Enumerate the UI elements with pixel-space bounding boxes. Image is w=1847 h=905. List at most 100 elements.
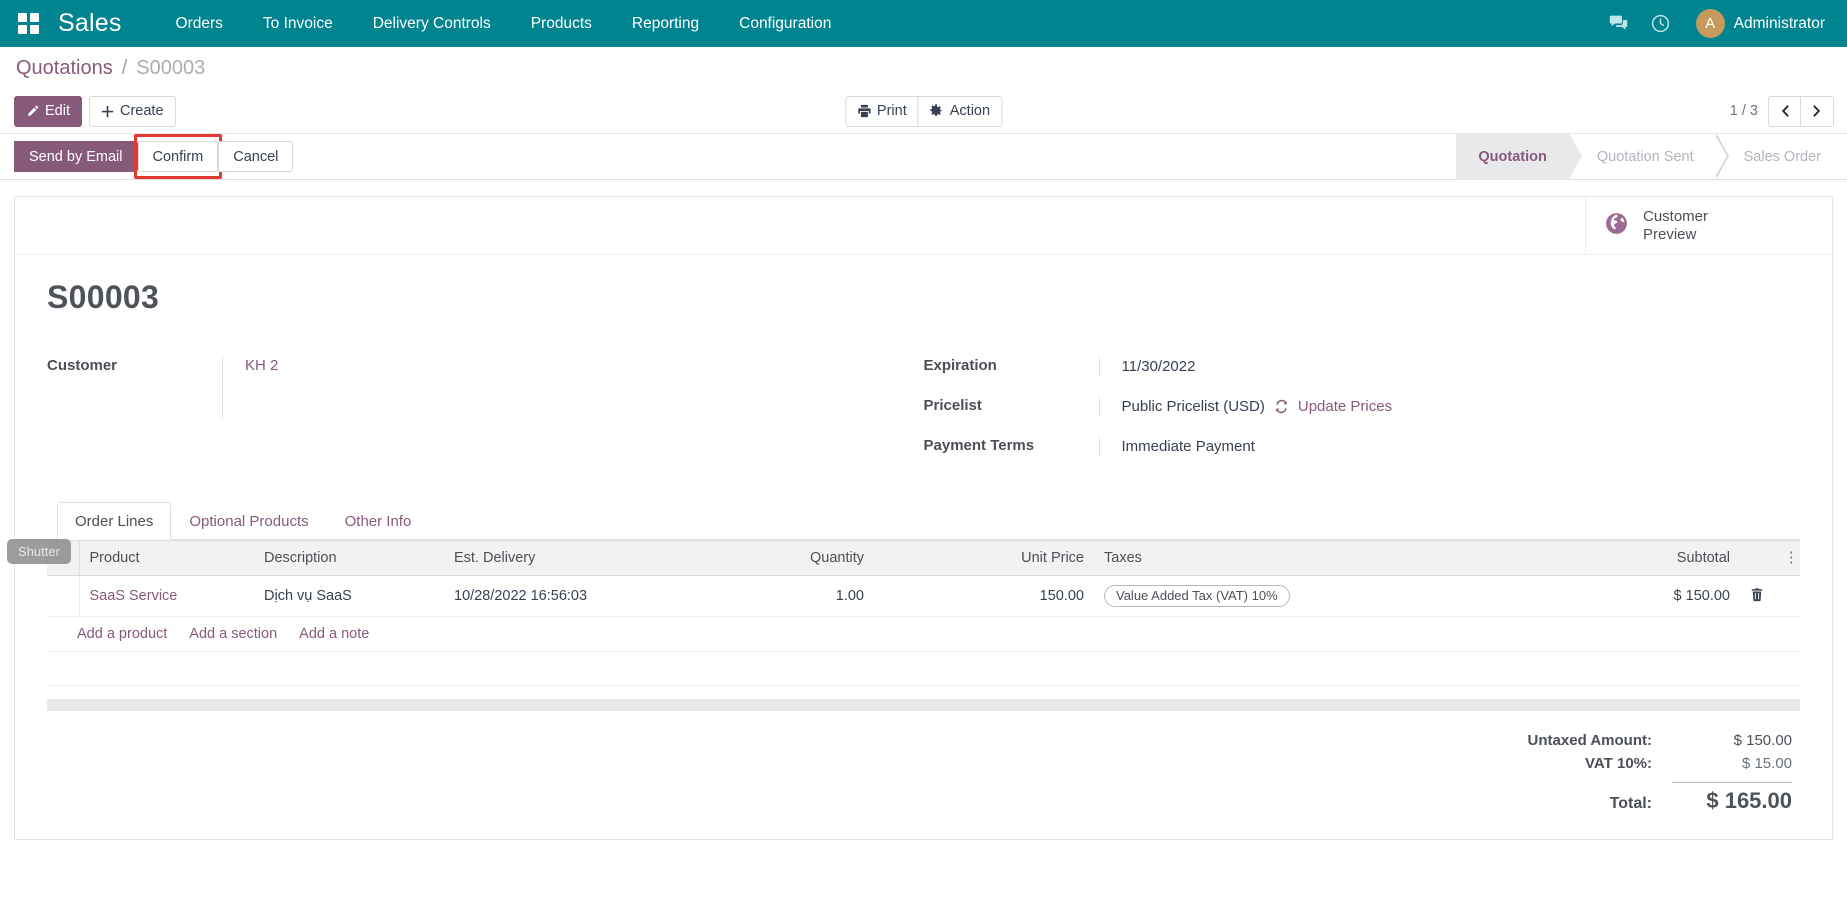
plus-icon: [101, 105, 114, 118]
menu-item-to-invoice[interactable]: To Invoice: [243, 0, 353, 47]
table-row[interactable]: SaaS Service Dịch vụ SaaS 10/28/2022 16:…: [47, 576, 1800, 617]
breadcrumb-separator: /: [122, 57, 128, 80]
trash-icon[interactable]: [1740, 576, 1774, 617]
pager-next-icon[interactable]: [1801, 96, 1834, 127]
print-button[interactable]: Print: [845, 96, 919, 127]
page-title: S00003: [47, 279, 1800, 316]
cell-est-delivery[interactable]: 10/28/2022 16:56:03: [444, 576, 724, 617]
stage-quotation[interactable]: Quotation: [1456, 133, 1568, 180]
tab-optional-products[interactable]: Optional Products: [171, 502, 326, 540]
cell-taxes[interactable]: Value Added Tax (VAT) 10%: [1094, 576, 1424, 617]
action-button[interactable]: Action: [918, 96, 1002, 127]
table-header-row: Product Description Est. Delivery Quanti…: [47, 541, 1800, 576]
edit-button-label: Edit: [45, 103, 70, 119]
pager-count: 1 / 3: [1730, 103, 1758, 119]
horizontal-scrollbar[interactable]: [47, 699, 1800, 711]
stage-sales-order[interactable]: Sales Order: [1716, 133, 1847, 180]
menu-item-reporting[interactable]: Reporting: [612, 0, 719, 47]
create-button-label: Create: [120, 103, 164, 119]
user-menu-administrator[interactable]: Administrator: [1734, 15, 1825, 33]
create-button[interactable]: Create: [89, 96, 176, 127]
field-value-expiration: 11/30/2022: [1099, 356, 1801, 377]
refresh-icon[interactable]: [1274, 399, 1289, 414]
add-row-cell: Add a product Add a section Add a note: [47, 617, 1800, 652]
total-row-grand: Total: $ 165.00: [1462, 775, 1792, 817]
cell-product[interactable]: SaaS Service: [79, 576, 254, 617]
add-a-section-link[interactable]: Add a section: [189, 626, 277, 642]
totals: Untaxed Amount: $ 150.00 VAT 10%: $ 15.0…: [1462, 729, 1792, 817]
order-lines-body: SaaS Service Dịch vụ SaaS 10/28/2022 16:…: [47, 576, 1800, 686]
expiration-value: 11/30/2022: [1122, 358, 1196, 375]
field-value-customer: KH 2: [222, 356, 924, 418]
order-lines-table: Product Description Est. Delivery Quanti…: [47, 540, 1800, 686]
control-panel-left: Edit Create: [14, 96, 176, 127]
cell-unit-price[interactable]: 150.00: [964, 576, 1094, 617]
apps-grid-icon[interactable]: [18, 13, 40, 35]
field-label-payment-terms: Payment Terms: [924, 436, 1099, 454]
menu-item-orders[interactable]: Orders: [156, 0, 243, 47]
product-link[interactable]: SaaS Service: [90, 588, 178, 604]
header-description[interactable]: Description: [254, 541, 444, 576]
pager-previous-icon[interactable]: [1768, 96, 1801, 127]
menu-item-products[interactable]: Products: [511, 0, 612, 47]
top-navbar: Sales Orders To Invoice Delivery Control…: [0, 0, 1847, 47]
send-by-email-button[interactable]: Send by Email: [14, 141, 138, 172]
add-links: Add a product Add a section Add a note: [57, 626, 1790, 642]
field-row-pricelist: Pricelist Public Pricelist (USD) Update …: [924, 396, 1801, 418]
control-panel-right: 1 / 3: [1730, 96, 1834, 127]
header-subtotal[interactable]: Subtotal: [1424, 541, 1740, 576]
globe-icon: [1604, 211, 1629, 241]
field-label-pricelist: Pricelist: [924, 396, 1099, 414]
row-drag-handle[interactable]: [47, 576, 79, 617]
app-brand-sales[interactable]: Sales: [58, 9, 122, 38]
main-menu: Orders To Invoice Delivery Controls Prod…: [156, 0, 1598, 47]
confirm-wrap: Confirm: [138, 141, 219, 172]
menu-item-configuration[interactable]: Configuration: [719, 0, 851, 47]
gear-icon: [930, 104, 944, 118]
cancel-wrap: Cancel: [218, 141, 293, 172]
header-unit-price[interactable]: Unit Price: [964, 541, 1094, 576]
header-quantity[interactable]: Quantity: [724, 541, 874, 576]
sheet-body: S00003 Customer KH 2 Expiration 11/30/2: [15, 255, 1832, 839]
sheet-background: Customer Preview S00003 Customer KH 2 Ex…: [0, 180, 1847, 840]
cell-optional-spacer: [1774, 576, 1800, 617]
notebook: Shutter Order Lines Optional Products Ot…: [47, 502, 1800, 711]
cell-uom[interactable]: [874, 576, 964, 617]
workflow-buttons: Send by Email Confirm Cancel: [14, 141, 293, 172]
clock-icon[interactable]: [1640, 0, 1682, 47]
navbar-right: A Administrator: [1598, 0, 1829, 47]
field-row-payment-terms: Payment Terms Immediate Payment: [924, 436, 1801, 458]
vertical-dots-icon[interactable]: ⋮: [1774, 541, 1800, 576]
avatar[interactable]: A: [1696, 9, 1725, 38]
send-by-email-wrap: Send by Email: [14, 141, 138, 172]
messages-icon[interactable]: [1598, 0, 1640, 47]
cell-subtotal: $ 150.00: [1424, 576, 1740, 617]
menu-item-delivery-controls[interactable]: Delivery Controls: [353, 0, 511, 47]
cancel-button[interactable]: Cancel: [218, 141, 293, 172]
form-sheet: Customer Preview S00003 Customer KH 2 Ex…: [14, 196, 1833, 840]
untaxed-amount-label: Untaxed Amount:: [1528, 732, 1672, 749]
breadcrumb: Quotations / S00003: [0, 47, 1847, 89]
header-taxes[interactable]: Taxes: [1094, 541, 1424, 576]
breadcrumb-root-quotations[interactable]: Quotations: [16, 57, 113, 80]
cell-quantity[interactable]: 1.00: [724, 576, 874, 617]
cell-description[interactable]: Dịch vụ SaaS: [254, 576, 444, 617]
add-a-note-link[interactable]: Add a note: [299, 626, 369, 642]
confirm-button[interactable]: Confirm: [138, 141, 219, 172]
form-column-right: Expiration 11/30/2022 Pricelist Public P…: [924, 356, 1801, 476]
edit-button[interactable]: Edit: [14, 96, 82, 127]
total-row-tax: VAT 10%: $ 15.00: [1462, 752, 1792, 775]
field-value-pricelist: Public Pricelist (USD) Update Prices: [1099, 396, 1801, 417]
tab-other-info[interactable]: Other Info: [327, 502, 430, 540]
field-value-payment-terms: Immediate Payment: [1099, 436, 1801, 457]
tab-order-lines[interactable]: Order Lines: [57, 502, 171, 540]
update-prices-link[interactable]: Update Prices: [1298, 398, 1392, 415]
customer-link[interactable]: KH 2: [245, 357, 278, 374]
stage-quotation-sent[interactable]: Quotation Sent: [1569, 133, 1716, 180]
header-product[interactable]: Product: [79, 541, 254, 576]
header-est-delivery[interactable]: Est. Delivery: [444, 541, 724, 576]
add-a-product-link[interactable]: Add a product: [77, 626, 167, 642]
field-label-expiration: Expiration: [924, 356, 1099, 374]
action-button-label: Action: [950, 103, 990, 119]
customer-preview-button[interactable]: Customer Preview: [1585, 197, 1832, 254]
